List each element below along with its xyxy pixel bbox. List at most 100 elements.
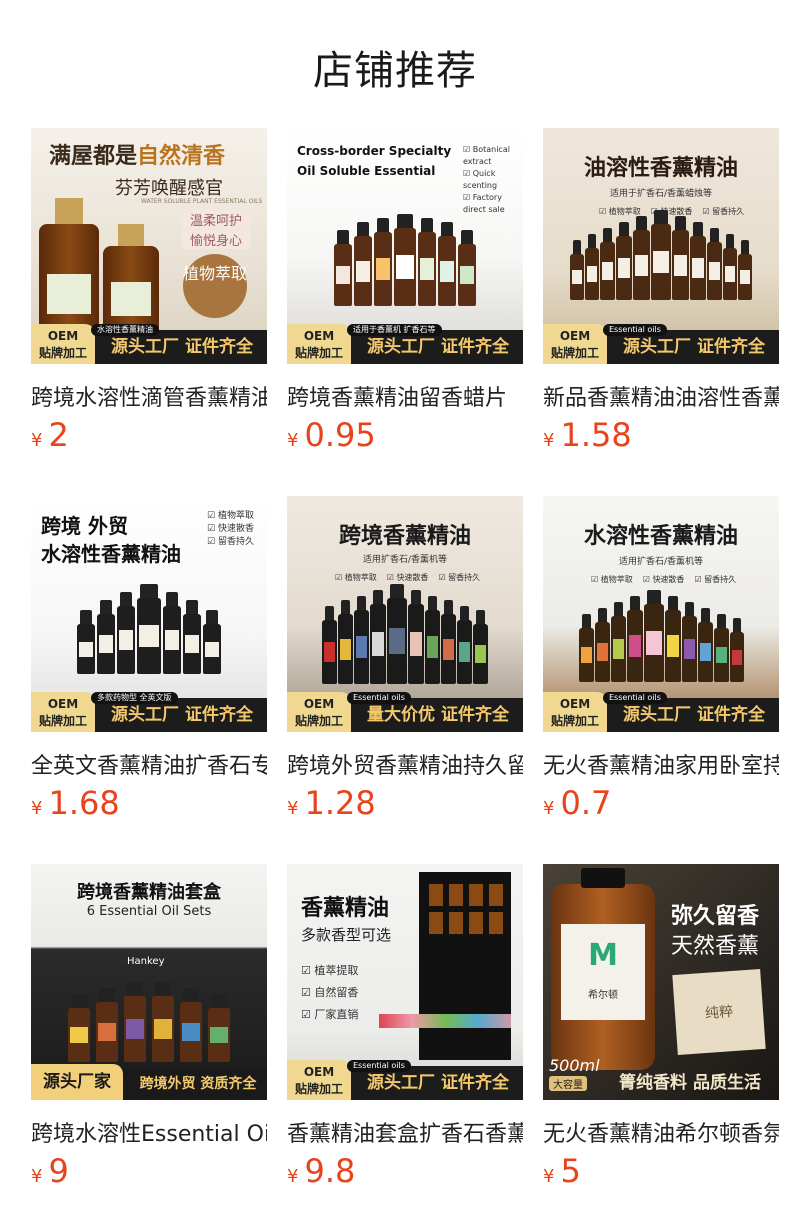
oem-badge: OEM 贴牌加工 xyxy=(287,1060,351,1100)
image-sub: 适用扩香石/香薰机等 xyxy=(362,555,448,565)
volume: 500ml xyxy=(549,1056,600,1075)
currency-symbol: ¥ xyxy=(287,430,299,451)
image-headline-2: 水溶性香薰精油 xyxy=(41,542,181,566)
currency-symbol: ¥ xyxy=(543,1166,555,1187)
image-sub: 多款香型可选 xyxy=(301,926,392,944)
feature-list: 植物萃取 快速散香 留香持久 xyxy=(207,510,254,549)
feature-item: 快速散香 xyxy=(207,523,254,536)
image-headline: 跨境香薰精油套盒 xyxy=(77,882,221,903)
oem-sub: 贴牌加工 xyxy=(294,1082,343,1096)
note-text: 纯粹 xyxy=(704,1004,734,1022)
oem-sub: 贴牌加工 xyxy=(38,714,87,728)
price-value: 1.28 xyxy=(304,784,376,822)
image-headline: 弥久留香 xyxy=(670,904,759,929)
price-value: 2 xyxy=(48,416,69,454)
product-image[interactable]: 满屋都是自然清香 芬芳唤醒感官 WATER SOLUBLE PLANT ESSE… xyxy=(31,128,267,364)
image-sub: 适用于扩香石/香薰蜡烛等 xyxy=(609,189,713,199)
image-headline: 香薰精油 xyxy=(301,896,390,921)
product-image[interactable]: 跨境香薰精油套盒 6 Essential Oil Sets Hankey 源头厂… xyxy=(31,864,267,1100)
image-headline-2: Oil Soluble Essential xyxy=(297,164,436,178)
feature-item: Quick scenting xyxy=(463,168,523,192)
oem-text: OEM xyxy=(47,329,79,343)
image-pill: Essential oils xyxy=(347,692,411,704)
product-image[interactable]: 跨境香薰精油 适用扩香石/香薰机等 植物萃取 快速散香 留香持久 OEM 贴牌加工… xyxy=(287,496,523,732)
image-pill: Essential oils xyxy=(603,692,667,704)
image-sub: 芬芳唤醒感官 xyxy=(115,178,223,199)
image-headline: 跨境 外贸 xyxy=(41,514,128,538)
product-name[interactable]: 跨境水溶性Essential Oil xyxy=(31,1116,267,1148)
banner-label: 源头厂家 xyxy=(31,1064,123,1100)
price-value: 9 xyxy=(48,1152,69,1190)
product-price: ¥0.95 xyxy=(287,416,376,454)
feature-item: Botanical extract xyxy=(463,144,523,168)
oem-text: OEM xyxy=(303,1065,335,1079)
product-bottle xyxy=(39,198,99,334)
product-price: ¥1.58 xyxy=(543,416,632,454)
image-pill: Essential oils xyxy=(347,1060,411,1072)
product-price: ¥5 xyxy=(543,1152,581,1190)
product-image[interactable]: M 希尔顿 弥久留香 天然香薰 纯粹 500ml 大容量 箐纯香料 品质生活 xyxy=(543,864,779,1100)
product-bottle xyxy=(103,224,159,336)
price-value: 1.58 xyxy=(560,416,632,454)
oem-text: OEM xyxy=(303,329,335,343)
oem-sub: 贴牌加工 xyxy=(294,346,343,360)
product-name[interactable]: 新品香薰精油油溶性香薰机 xyxy=(543,380,779,412)
product-name[interactable]: 无火香薰精油希尔顿香氛 xyxy=(543,1116,779,1148)
bottle-row xyxy=(41,584,257,674)
image-headline: Cross-border Specialty xyxy=(297,144,452,158)
feature-item: Factory direct sale xyxy=(463,192,523,216)
price-value: 5 xyxy=(560,1152,581,1190)
image-slogan: 箐纯香料 品质生活 xyxy=(619,1073,761,1093)
product-image[interactable]: 水溶性香薰精油 适用扩香石/香薰机等 植物萃取 快速散香 留香持久 OEM贴牌加… xyxy=(543,496,779,732)
product-image[interactable]: 香薰精油 多款香型可选 植萃提取 自然留香 厂家直销 OEM贴牌加工 源头工厂 … xyxy=(287,864,523,1100)
badge-text: 植物萃取 xyxy=(183,264,248,283)
badge-circle: 植物萃取 xyxy=(183,254,247,318)
bottle-label: 希尔顿 xyxy=(588,990,618,1001)
oem-text: OEM xyxy=(559,329,591,343)
product-image[interactable]: 油溶性香薰精油 适用于扩香石/香薰蜡烛等 植物萃取 快速散香 留香持久 OEM贴… xyxy=(543,128,779,364)
product-name[interactable]: 跨境水溶性滴管香薰精油 xyxy=(31,380,267,412)
feature-item: 植萃提取 xyxy=(301,960,358,982)
product-image[interactable]: 跨境 外贸 水溶性香薰精油 植物萃取 快速散香 留香持久 OEM贴牌加工 源头工… xyxy=(31,496,267,732)
oem-badge: OEM 贴牌加工 xyxy=(287,692,351,732)
image-headline-2: 天然香薰 xyxy=(670,934,759,959)
product-name[interactable]: 全英文香薰精油扩香石专用 xyxy=(31,748,267,780)
feature-item: 植物萃取 xyxy=(207,510,254,523)
price-value: 0.95 xyxy=(304,416,376,454)
product-name[interactable]: 跨境外贸香薰精油持久留香 xyxy=(287,748,523,780)
oem-sub: 贴牌加工 xyxy=(294,714,343,728)
volume-tag: 大容量 xyxy=(549,1076,587,1091)
oem-badge: OEM 贴牌加工 xyxy=(543,692,607,732)
oem-sub: 贴牌加工 xyxy=(550,346,599,360)
price-value: 9.8 xyxy=(304,1152,356,1190)
price-value: 1.68 xyxy=(48,784,120,822)
image-pill: 多款药物型 全英文版 xyxy=(91,692,178,704)
currency-symbol: ¥ xyxy=(287,1166,299,1187)
currency-symbol: ¥ xyxy=(287,798,299,819)
image-pill: 水溶性香薰精油 xyxy=(91,324,159,336)
oem-badge: OEM 贴牌加工 xyxy=(31,692,95,732)
page-title: 店铺推荐 xyxy=(313,48,477,94)
product-price: ¥0.7 xyxy=(543,784,611,822)
image-headline: 满屋都是 xyxy=(49,144,138,169)
feature-item: 留香持久 xyxy=(207,536,254,549)
product-name[interactable]: 香薰精油套盒扩香石香薰机 xyxy=(287,1116,523,1148)
feature-item: 植物萃取 xyxy=(335,572,377,584)
image-sub: 适用扩香石/香薰机等 xyxy=(618,557,704,567)
big-bottle: M 希尔顿 xyxy=(551,868,655,1070)
oem-sub: 贴牌加工 xyxy=(550,714,599,728)
image-banner: 源头厂家 跨境外贸 资质齐全 xyxy=(31,1064,267,1100)
oem-text: OEM xyxy=(559,697,591,711)
image-slogan: 跨境外贸 资质齐全 xyxy=(139,1076,257,1092)
product-name[interactable]: 跨境香薰精油留香蜡片 xyxy=(287,380,523,412)
note-card: 纯粹 xyxy=(672,969,766,1055)
currency-symbol: ¥ xyxy=(31,430,43,451)
feature-item: 厂家直销 xyxy=(301,1004,358,1026)
product-image[interactable]: Cross-border Specialty Oil Soluble Essen… xyxy=(287,128,523,364)
gift-box xyxy=(379,872,511,1060)
currency-symbol: ¥ xyxy=(31,1166,43,1187)
product-name[interactable]: 无火香薰精油家用卧室持久 xyxy=(543,748,779,780)
feature-item: 自然留香 xyxy=(301,982,358,1004)
bottle-row xyxy=(297,214,513,306)
feature-item: 留香持久 xyxy=(438,572,480,584)
